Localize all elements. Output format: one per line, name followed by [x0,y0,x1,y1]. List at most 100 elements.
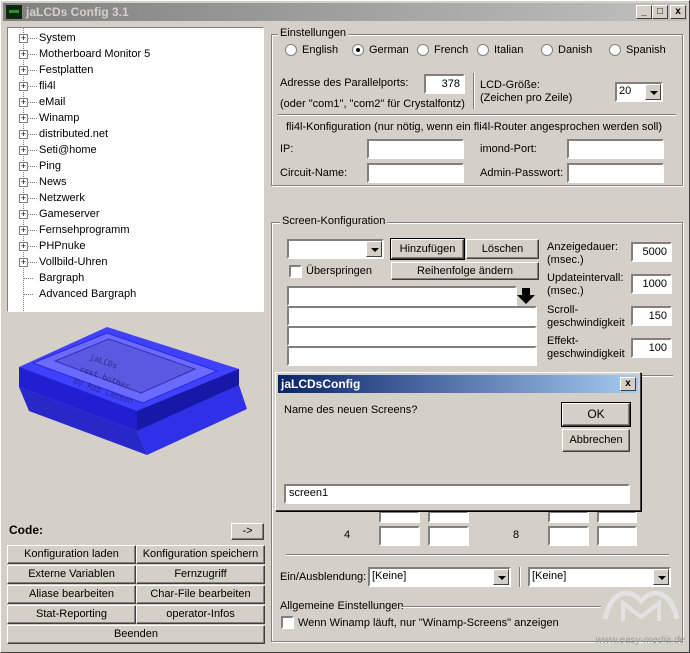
admin-password-input[interactable] [567,163,664,183]
scroll-speed-input[interactable]: 150 [631,306,672,326]
language-radio[interactable] [609,44,621,56]
screen-line-3[interactable] [287,326,537,346]
row-4-field-b[interactable] [428,526,469,546]
left-action-button[interactable]: Aliase bearbeiten [7,585,136,604]
arrow-down-icon[interactable] [517,287,537,305]
tree-item[interactable]: + Gameserver [8,206,258,222]
tree-line [28,150,37,151]
tree-item[interactable]: + Winamp [8,110,258,126]
language-radio[interactable] [417,44,429,56]
tree-item[interactable]: Advanced Bargraph [8,286,258,302]
expand-icon[interactable]: + [19,82,28,91]
left-action-button[interactable]: Konfiguration laden [7,545,136,564]
screen-line-2[interactable] [287,306,537,326]
language-label: Spanish [626,44,666,56]
tree-item-label: Gameserver [39,208,100,220]
expand-icon[interactable]: + [19,226,28,235]
chevron-down-icon[interactable] [366,241,382,257]
chevron-down-icon[interactable] [493,569,509,585]
expand-icon[interactable]: + [19,178,28,187]
maximize-button[interactable]: □ [652,5,668,19]
expand-icon[interactable]: + [19,146,28,155]
left-action-button[interactable]: Konfiguration speichern [136,545,265,564]
tree-item[interactable]: + Fernsehprogramm [8,222,258,238]
screen-select[interactable] [287,239,384,259]
left-action-button[interactable]: Char-File bearbeiten [136,585,265,604]
code-button[interactable]: -> [231,523,264,540]
row-8-field-a[interactable] [548,526,589,546]
row-field[interactable] [597,511,637,523]
circuit-name-input[interactable] [367,163,464,183]
effect-speed-input[interactable]: 100 [631,338,672,358]
row-field[interactable] [548,511,589,523]
ip-input[interactable] [367,139,464,159]
imond-port-input[interactable] [567,139,664,159]
row-field[interactable] [428,511,469,523]
expand-icon[interactable]: + [19,258,28,267]
reorder-button[interactable]: Reihenfolge ändern [391,262,539,280]
fade-out-value: [Keine] [532,570,567,582]
tree-item[interactable]: + Netzwerk [8,190,258,206]
expand-icon[interactable]: + [19,66,28,75]
update-interval-input[interactable]: 1000 [631,274,672,294]
expand-icon[interactable]: + [19,242,28,251]
expand-icon[interactable]: + [19,34,28,43]
tree-item[interactable]: + PHPnuke [8,238,258,254]
dialog-close-button[interactable]: x [620,377,636,391]
screen-line-1[interactable] [287,286,517,306]
tree-item[interactable]: + Ping [8,158,258,174]
screen-line-4[interactable] [287,346,537,366]
fade-in-select[interactable]: [Keine] [368,567,511,587]
add-screen-button[interactable]: Hinzufügen [390,238,465,260]
delete-screen-button[interactable]: Löschen [466,239,539,259]
tree-item-label: eMail [39,96,66,108]
tree-item-label: Ping [39,160,62,172]
row-8-field-b[interactable] [597,526,637,546]
screen-tree[interactable]: + System + Motherboard Monitor 5 + Festplatte… [7,27,264,312]
row-4-field-a[interactable] [379,526,420,546]
tree-item[interactable]: Bargraph [8,270,258,286]
dialog-ok-button[interactable]: OK [561,402,631,427]
tree-item[interactable]: + Vollbild-Uhren [8,254,258,270]
tree-item-label: Motherboard Monitor 5 [39,48,151,60]
skip-checkbox[interactable] [289,265,302,278]
expand-icon[interactable]: + [19,210,28,219]
tree-item[interactable]: + Motherboard Monitor 5 [8,46,258,62]
language-radio[interactable] [352,44,364,56]
tree-item[interactable]: + distributed.net [8,126,258,142]
language-radio[interactable] [285,44,297,56]
tree-item[interactable]: + eMail [8,94,258,110]
language-radio[interactable] [477,44,489,56]
tree-item[interactable]: + System [8,30,258,46]
display-duration-input[interactable]: 5000 [631,242,672,262]
chevron-down-icon[interactable] [645,84,661,100]
tree-item[interactable]: + fli4l [8,78,258,94]
title-bar[interactable]: jaLCDs Config 3.1 _ □ x [3,3,687,21]
left-action-button[interactable]: Stat-Reporting [7,605,136,624]
left-action-button[interactable]: Fernzugriff [136,565,265,584]
dialog-name-input[interactable]: screen1 [284,484,630,504]
lcd-size-select[interactable]: 20 [615,82,663,102]
tree-line [28,166,37,167]
close-button[interactable]: x [670,5,686,19]
row-field[interactable] [379,511,420,523]
tree-item[interactable]: + Festplatten [8,62,258,78]
tree-item[interactable]: + News [8,174,258,190]
dialog-cancel-button[interactable]: Abbrechen [562,429,630,452]
exit-button[interactable]: Beenden [7,625,265,644]
dialog-title-bar[interactable]: jaLCDsConfig x [278,375,638,393]
winamp-only-checkbox[interactable] [281,616,294,629]
left-action-button[interactable]: Externe Variablen [7,565,136,584]
parport-input[interactable]: 378 [424,74,465,94]
language-radio[interactable] [541,44,553,56]
expand-icon[interactable]: + [19,50,28,59]
expand-icon[interactable]: + [19,114,28,123]
tree-item[interactable]: + Seti@home [8,142,258,158]
expand-icon[interactable]: + [19,98,28,107]
tree-item-label: Festplatten [39,64,94,76]
expand-icon[interactable]: + [19,194,28,203]
expand-icon[interactable]: + [19,162,28,171]
expand-icon[interactable]: + [19,130,28,139]
left-action-button[interactable]: operator-Infos [136,605,265,624]
minimize-button[interactable]: _ [636,5,652,19]
